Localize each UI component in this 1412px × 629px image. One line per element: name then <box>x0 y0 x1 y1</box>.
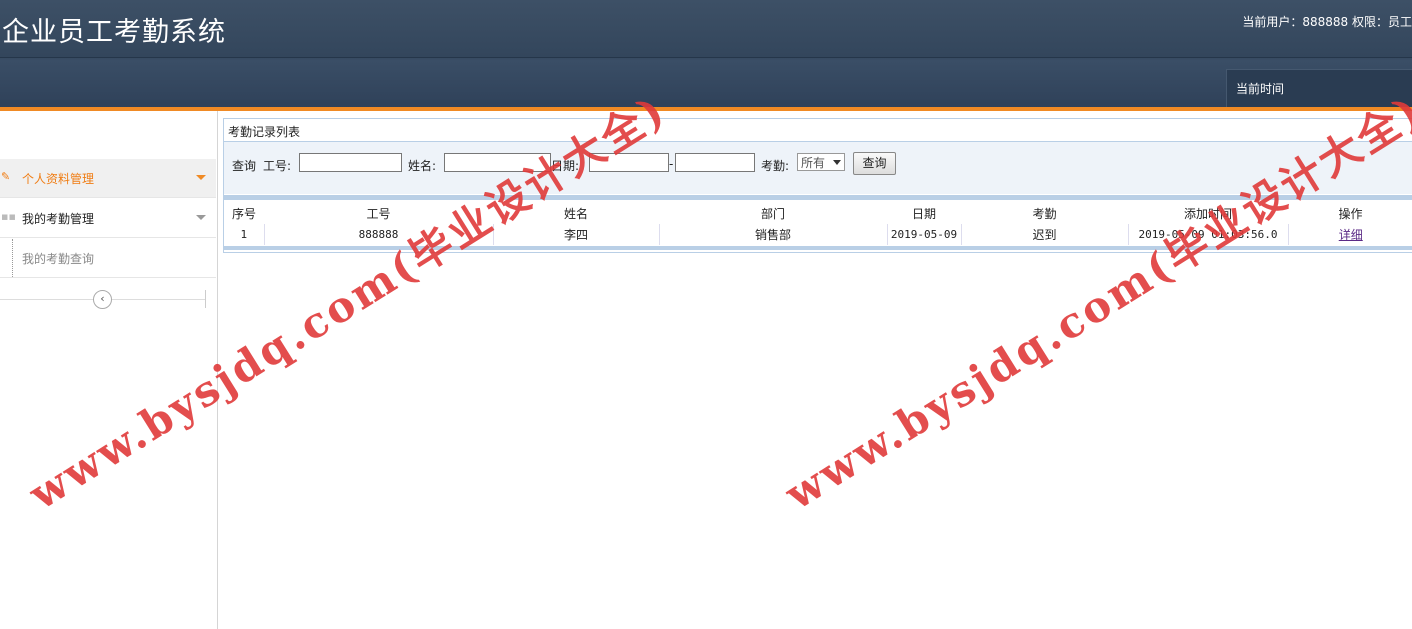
date-start-input[interactable] <box>589 153 669 172</box>
current-user-info: 当前用户：888888 权限：员工 <box>1242 15 1412 29</box>
search-bar: 查询 工号: 姓名: 日期: - 考勤: 所有 查询 <box>224 142 1412 194</box>
table-bottom-border <box>224 246 1412 250</box>
date-separator: - <box>669 157 674 171</box>
panel-header: 考勤记录列表 <box>224 119 1412 142</box>
column-header: 部门 <box>760 206 785 221</box>
table-cell: 详细 <box>1287 224 1412 245</box>
grid-icon: ▪▪ <box>1 210 16 223</box>
column-header: 日期 <box>911 206 936 221</box>
header-top-bar: 企业员工考勤系统 当前用户：888888 权限：员工 <box>0 0 1412 58</box>
name-label: 姓名: <box>408 159 437 173</box>
table-row: 1 888888 李四 销售部 2019-05-09 迟到 2019-05-09… <box>224 224 1412 245</box>
app-title: 企业员工考勤系统 <box>2 17 226 48</box>
app-header: 企业员工考勤系统 当前用户：888888 权限：员工 当前时间 <box>0 0 1412 108</box>
date-end-input[interactable] <box>675 153 755 172</box>
sidebar-subitem-label: 我的考勤查询 <box>22 252 95 266</box>
chevron-left-icon: ‹ <box>100 292 105 305</box>
sidebar-item-attendance[interactable]: ▪▪ 我的考勤管理 <box>0 199 216 238</box>
tree-guide-line <box>12 239 13 277</box>
sidebar-item-profile[interactable]: ✎ 个人资料管理 <box>0 159 216 198</box>
sidebar-subitem-attendance-query[interactable]: 我的考勤查询 <box>0 239 216 278</box>
column-header: 工号 <box>366 206 391 221</box>
table-cell: 888888 <box>263 224 493 245</box>
query-label: 查询 <box>232 159 257 173</box>
table-cell: 销售部 <box>658 224 887 245</box>
current-time-label: 当前时间 <box>1236 82 1285 96</box>
pencil-icon: ✎ <box>1 170 11 183</box>
attendance-select-value: 所有 <box>801 156 826 170</box>
table-header-row: 序号 工号 姓名 部门 日期 考勤 添加时间 操作 <box>224 202 1412 224</box>
sidebar-item-label: 个人资料管理 <box>22 172 95 186</box>
table-cell: 迟到 <box>960 224 1128 245</box>
table-cell: 李四 <box>492 224 659 245</box>
attendance-table: 序号 工号 姓名 部门 日期 考勤 添加时间 操作 1 888888 李四 销售… <box>224 202 1412 245</box>
column-header: 考勤 <box>1032 206 1057 221</box>
current-time-box: 当前时间 <box>1226 69 1412 108</box>
sidebar-item-label: 我的考勤管理 <box>22 212 95 226</box>
query-button[interactable]: 查询 <box>853 152 896 175</box>
attendance-label: 考勤: <box>761 159 790 173</box>
chevron-down-icon <box>196 175 206 180</box>
date-label: 日期: <box>551 159 580 173</box>
table-cell: 2019-05-09 <box>886 224 961 245</box>
column-header: 操作 <box>1338 206 1363 221</box>
table-cell: 1 <box>240 228 248 241</box>
detail-link[interactable]: 详细 <box>1339 228 1363 242</box>
dropdown-arrow-icon <box>833 160 841 165</box>
collapse-sidebar-button[interactable]: ‹ <box>93 290 112 309</box>
emp-id-input[interactable] <box>299 153 402 172</box>
sidebar: ✎ 个人资料管理 ▪▪ 我的考勤管理 我的考勤查询 ‹ <box>0 111 218 629</box>
attendance-record-panel: 考勤记录列表 查询 工号: 姓名: 日期: - 考勤: 所有 查询 序号 工号 … <box>223 118 1412 253</box>
name-input[interactable] <box>444 153 551 172</box>
sidebar-divider-end <box>205 290 206 308</box>
column-header: 添加时间 <box>1183 206 1232 221</box>
panel-title: 考勤记录列表 <box>228 125 301 139</box>
table-cell: 2019-05-09 01:03:56.0 <box>1127 224 1288 245</box>
emp-id-label: 工号: <box>263 159 292 173</box>
chevron-down-icon <box>196 215 206 220</box>
column-header: 姓名 <box>563 206 588 221</box>
column-header: 序号 <box>231 206 256 221</box>
attendance-select[interactable]: 所有 <box>797 153 845 171</box>
table-top-border <box>224 195 1412 200</box>
